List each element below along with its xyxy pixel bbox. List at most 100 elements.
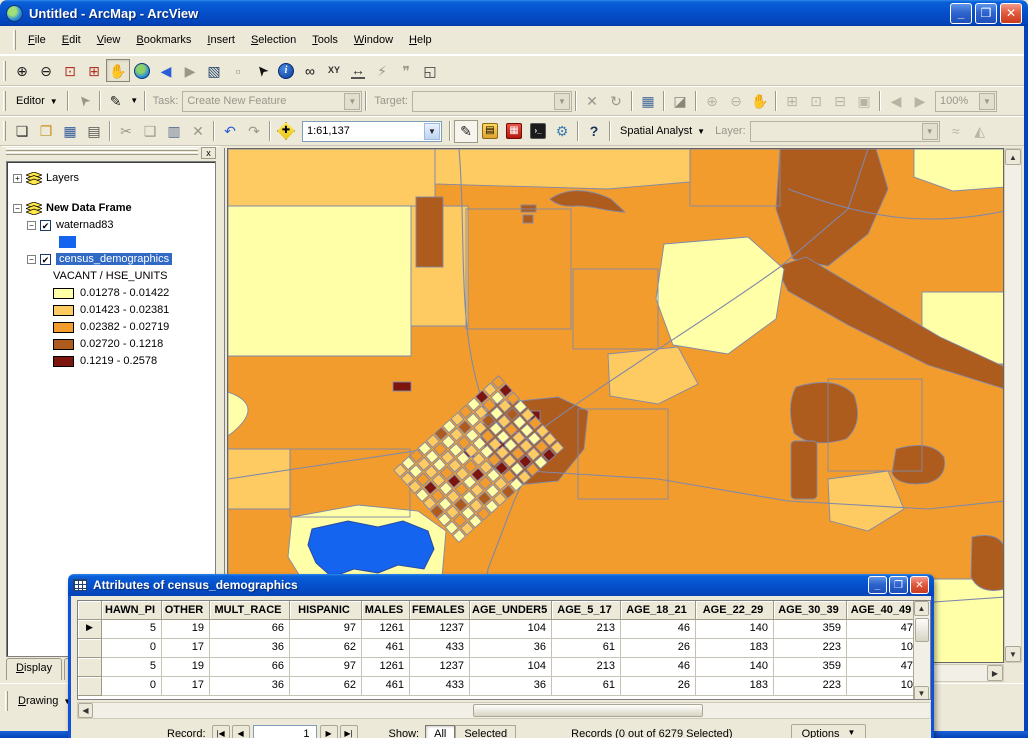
column-header[interactable]: AGE_5_17 — [552, 601, 621, 620]
toc-item-waternad83[interactable]: − ✔ waternad83 — [27, 217, 213, 233]
column-header[interactable]: FEMALES — [410, 601, 470, 620]
modelbuilder-button[interactable]: ⚙ — [550, 120, 574, 143]
spatial-analyst-menu-button[interactable]: Spatial Analyst ▼ — [614, 120, 711, 142]
scroll-left-icon[interactable]: ◀ — [78, 703, 93, 718]
options-button[interactable]: Options ▼ — [791, 724, 867, 738]
measure-button[interactable]: ↔ — [346, 59, 370, 82]
menu-edit[interactable]: Edit — [54, 31, 89, 49]
legend-class-4[interactable]: 0.1219 - 0.2578 — [53, 353, 213, 369]
legend-class-1[interactable]: 0.01423 - 0.02381 — [53, 302, 213, 318]
select-elements-button[interactable]: ➤ — [250, 59, 274, 82]
toc-grip[interactable]: x — [2, 146, 220, 159]
open-document-button[interactable]: ❐ — [34, 120, 58, 143]
attr-maximize-button[interactable]: ❐ — [889, 576, 908, 594]
map-scale-combo[interactable]: 1:61,137 ▼ — [302, 121, 442, 142]
show-all-button[interactable]: All — [425, 725, 455, 738]
menu-bookmarks[interactable]: Bookmarks — [128, 31, 199, 49]
scroll-up-icon[interactable]: ▲ — [1005, 149, 1021, 165]
standard-toolbar-grip[interactable] — [3, 121, 6, 141]
new-document-button[interactable]: ❏ — [10, 120, 34, 143]
column-header[interactable]: OTHER — [162, 601, 210, 620]
fixed-zoom-out-button[interactable]: ⊞ — [82, 59, 106, 82]
editor-menu-button[interactable]: Editor ▼ — [10, 90, 64, 112]
tab-display[interactable]: Display — [6, 658, 62, 680]
attributes-window-button[interactable]: ▦ — [636, 90, 660, 113]
menu-tools[interactable]: Tools — [304, 31, 346, 49]
column-header[interactable]: AGE_UNDER5 — [470, 601, 552, 620]
scroll-up-icon[interactable]: ▲ — [914, 601, 929, 616]
editor-toolbar-grip[interactable] — [3, 91, 6, 111]
add-data-button[interactable]: ✚ — [274, 120, 298, 143]
attr-close-button[interactable]: ✕ — [910, 576, 929, 594]
editor-toolbar-toggle-button[interactable]: ✎ — [454, 120, 478, 143]
sketch-properties-button[interactable]: ◪ — [668, 90, 692, 113]
menu-window[interactable]: Window — [346, 31, 401, 49]
legend-class-0[interactable]: 0.01278 - 0.01422 — [53, 285, 213, 301]
column-header[interactable]: AGE_40_49 — [847, 601, 919, 620]
legend-class-3[interactable]: 0.02720 - 0.1218 — [53, 336, 213, 352]
attr-vertical-scrollbar[interactable]: ▲ ▼ — [913, 601, 930, 700]
toc-item-data-frame[interactable]: − New Data Frame — [13, 200, 213, 216]
scrollbar-thumb[interactable] — [915, 618, 929, 642]
go-back-extent-button[interactable]: ◀ — [154, 59, 178, 82]
whats-this-help-button[interactable]: ? — [582, 120, 606, 143]
fixed-zoom-in-button[interactable]: ⊡ — [58, 59, 82, 82]
select-features-button[interactable]: ▧ — [202, 59, 226, 82]
minimize-button[interactable]: _ — [950, 3, 972, 24]
column-header[interactable]: MALES — [362, 601, 410, 620]
checkbox-checked-icon[interactable]: ✔ — [40, 220, 51, 231]
command-line-window-button[interactable]: ›_ — [526, 120, 550, 143]
magnifier-window-button[interactable]: ◱ — [418, 59, 442, 82]
tools-toolbar-grip[interactable] — [3, 61, 6, 81]
toc-item-census-demographics[interactable]: − ✔ census_demographics — [27, 251, 213, 267]
row-selector[interactable] — [78, 677, 102, 696]
menu-insert[interactable]: Insert — [199, 31, 243, 49]
column-header[interactable]: HISPANIC — [290, 601, 362, 620]
expand-icon[interactable]: + — [13, 174, 22, 183]
find-button[interactable]: ∞ — [298, 59, 322, 82]
menu-file[interactable]: File — [20, 31, 54, 49]
scroll-right-icon[interactable]: ▶ — [987, 665, 1003, 681]
restore-button[interactable]: ❐ — [975, 3, 997, 24]
collapse-icon[interactable]: − — [13, 204, 22, 213]
paste-button[interactable]: ▥ — [162, 120, 186, 143]
drawing-toolbar-grip[interactable] — [5, 691, 8, 711]
attr-minimize-button[interactable]: _ — [868, 576, 887, 594]
row-selector[interactable] — [78, 658, 102, 677]
first-record-icon[interactable]: |◀ — [212, 725, 230, 738]
last-record-icon[interactable]: ▶| — [340, 725, 358, 738]
menu-selection[interactable]: Selection — [243, 31, 304, 49]
menu-grip[interactable] — [13, 30, 16, 50]
toc-close-icon[interactable]: x — [201, 147, 216, 159]
sketch-tool-button[interactable]: ✎ — [104, 90, 128, 113]
attr-horizontal-scrollbar[interactable]: ◀ — [77, 702, 931, 719]
scrollbar-thumb[interactable] — [473, 704, 703, 717]
legend-class-2[interactable]: 0.02382 - 0.02719 — [53, 319, 213, 335]
identify-button[interactable]: i — [274, 59, 298, 82]
attribute-table-title-bar[interactable]: Attributes of census_demographics _ ❐ ✕ — [68, 574, 934, 596]
arctoolbox-button[interactable]: ▦ — [502, 120, 526, 143]
show-selected-button[interactable]: Selected — [455, 725, 516, 738]
go-to-xy-button[interactable]: XY — [322, 59, 346, 82]
close-button[interactable]: ✕ — [1000, 3, 1022, 24]
collapse-icon[interactable]: − — [27, 221, 36, 230]
print-button[interactable]: ▤ — [82, 120, 106, 143]
scroll-down-icon[interactable]: ▼ — [1005, 646, 1021, 662]
column-header[interactable]: AGE_18_21 — [621, 601, 696, 620]
full-extent-button[interactable] — [130, 59, 154, 82]
zoom-out-button[interactable]: ⊖ — [34, 59, 58, 82]
menu-help[interactable]: Help — [401, 31, 440, 49]
scroll-down-icon[interactable]: ▼ — [914, 686, 929, 700]
checkbox-checked-icon[interactable]: ✔ — [40, 254, 51, 265]
column-header[interactable]: HAWN_PI — [102, 601, 162, 620]
row-selector[interactable]: ▶ — [78, 620, 102, 639]
record-number-input[interactable]: 1 — [253, 725, 317, 738]
column-header[interactable]: AGE_30_39 — [774, 601, 847, 620]
pan-button[interactable]: ✋ — [106, 59, 130, 82]
zoom-in-button[interactable]: ⊕ — [10, 59, 34, 82]
collapse-icon[interactable]: − — [27, 255, 36, 264]
menu-view[interactable]: View — [89, 31, 129, 49]
toc-item-layers[interactable]: + Layers — [13, 170, 213, 186]
column-header[interactable]: MULT_RACE — [210, 601, 290, 620]
undo-button[interactable]: ↶ — [218, 120, 242, 143]
